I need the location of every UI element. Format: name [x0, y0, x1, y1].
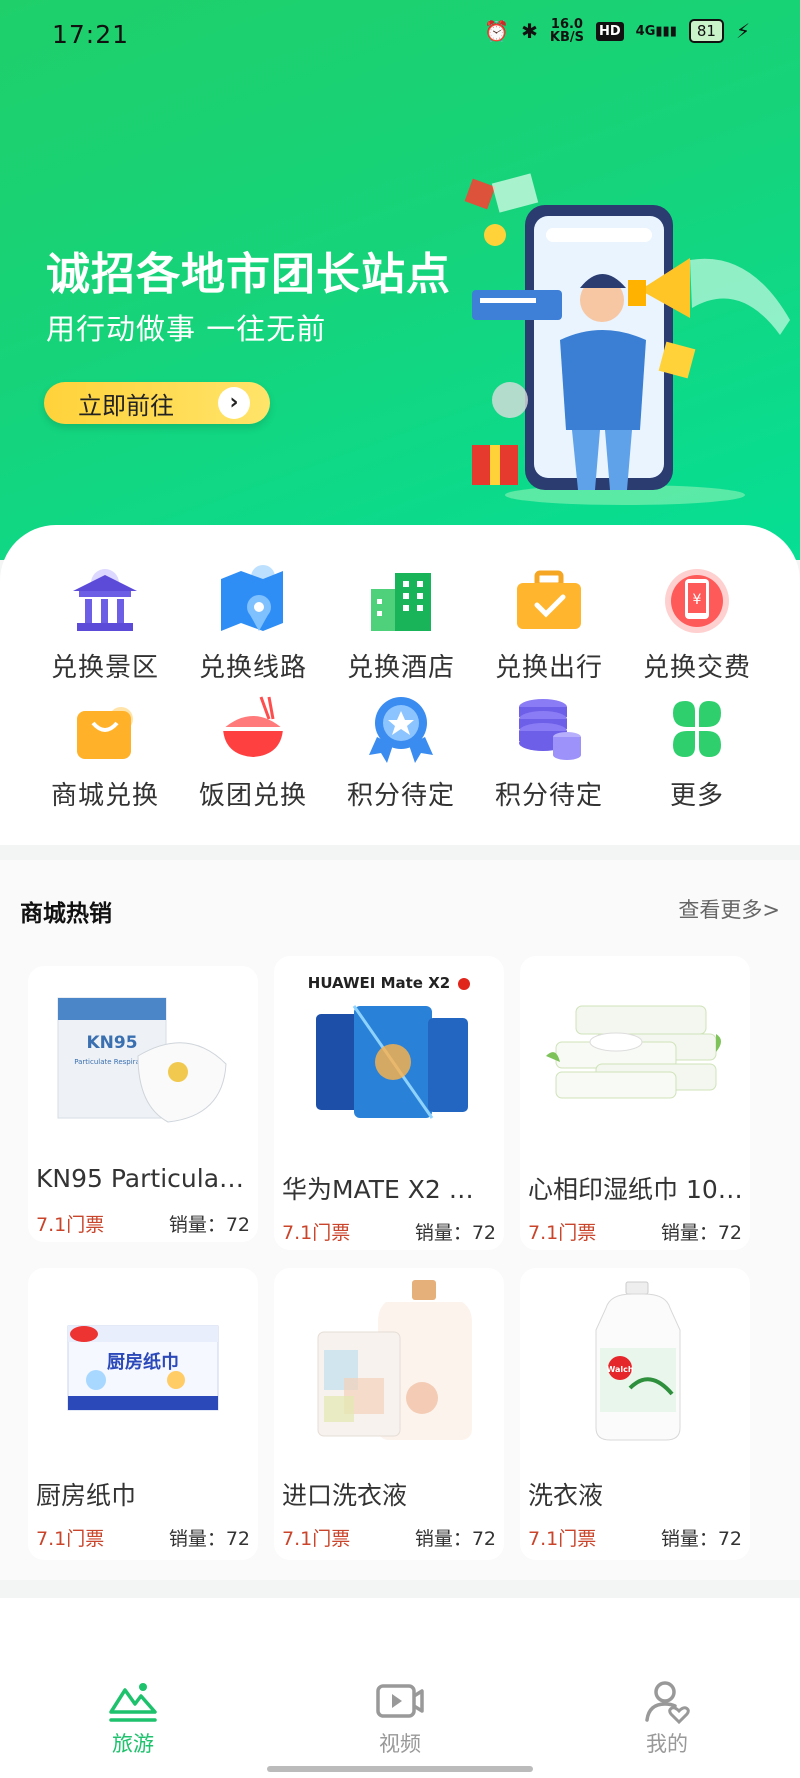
- category-item-points-2[interactable]: 积分待定: [475, 689, 623, 812]
- hotel-building-icon: [371, 573, 431, 631]
- category-label: 商城兑换: [50, 781, 159, 811]
- go-now-button[interactable]: 立即前往 ›: [44, 382, 270, 424]
- banner-headline: 诚招各地市团长站点: [46, 249, 451, 300]
- product-price: 7.1门票: [36, 1528, 105, 1550]
- product-price: 7.1门票: [528, 1222, 597, 1244]
- product-sales: 销量：72: [660, 1528, 742, 1550]
- bluetooth-icon: ✱: [521, 19, 538, 43]
- section-title: 商城热销: [20, 901, 112, 927]
- category-label: 兑换线路: [198, 653, 307, 683]
- temple-icon: [73, 569, 137, 631]
- hd-badge: HD: [596, 21, 624, 41]
- chevron-right-icon: ›: [218, 387, 250, 419]
- alarm-icon: ⏰: [484, 19, 510, 43]
- product-sales: 销量：72: [168, 1214, 250, 1236]
- briefcase-icon: [517, 570, 581, 629]
- product-card[interactable]: HUAWEI Mate X2 华为MATE X2 折叠屏手机 7.1门票 销量：…: [274, 956, 504, 1250]
- signal-icon: 4G▮▮▮: [635, 23, 677, 39]
- user-heart-icon: [645, 1681, 690, 1724]
- network-type: 4G: [635, 23, 656, 39]
- promoter-illustration: [464, 173, 790, 505]
- view-more-link[interactable]: 查看更多>: [678, 894, 780, 924]
- status-bar: 17:21 ⏰ ✱ 16.0 KB/S HD 4G▮▮▮ 81 ⚡: [0, 0, 800, 70]
- product-price: 7.1门票: [282, 1222, 351, 1244]
- category-label: 积分待定: [494, 781, 603, 811]
- tissue-brand-label: 厨房纸巾: [107, 1351, 179, 1373]
- category-label: 兑换交费: [642, 653, 751, 683]
- phone-yuan-icon: ¥: [665, 569, 729, 633]
- network-speed: 16.0 KB/S: [550, 18, 584, 44]
- category-item-points-1[interactable]: 积分待定: [327, 689, 475, 812]
- clover-more-icon: [673, 701, 721, 757]
- product-price: 7.1门票: [36, 1214, 105, 1236]
- product-image: HUAWEI Mate X2: [274, 956, 504, 1146]
- category-item-mall[interactable]: 商城兑换: [31, 689, 179, 812]
- category-item-rice[interactable]: 饭团兑换: [179, 689, 327, 812]
- product-sales: 销量：72: [414, 1528, 496, 1550]
- kn95-label: KN95: [86, 1033, 137, 1053]
- category-item-more[interactable]: 更多: [623, 689, 771, 812]
- coin-stack-icon: [519, 699, 581, 760]
- product-image: Walch: [520, 1268, 750, 1458]
- shopping-bag-icon: [77, 707, 133, 759]
- product-card[interactable]: 心相印湿纸巾 10包装 7.1门票 销量：72: [520, 956, 750, 1250]
- hot-products-section: 商城热销 查看更多> KN95 Particulate Respirator K…: [0, 860, 800, 1580]
- go-now-label: 立即前往: [78, 391, 174, 420]
- product-name: 心相印湿纸巾 10包装: [528, 1175, 744, 1204]
- hero-banner[interactable]: 17:21 ⏰ ✱ 16.0 KB/S HD 4G▮▮▮ 81 ⚡ 诚招各地市团…: [0, 0, 800, 560]
- category-item-route[interactable]: 兑换线路: [179, 561, 327, 684]
- category-item-hotel[interactable]: 兑换酒店: [327, 561, 475, 684]
- product-card[interactable]: 进口洗衣液 7.1门票 销量：72: [274, 1268, 504, 1560]
- huawei-label: HUAWEI Mate X2: [308, 974, 450, 992]
- product-name: KN95 Particulate Respirator: [36, 1164, 252, 1193]
- map-pin-icon: [221, 565, 283, 631]
- battery-icon: 81: [688, 19, 724, 43]
- category-item-travel[interactable]: 兑换出行: [475, 561, 623, 684]
- category-label: 兑换景区: [50, 653, 159, 683]
- tab-label: 我的: [646, 1732, 688, 1756]
- svg-text:¥: ¥: [693, 592, 702, 608]
- category-label: 兑换出行: [494, 653, 603, 683]
- category-label: 饭团兑换: [198, 781, 307, 811]
- product-name: 厨房纸巾: [36, 1481, 137, 1510]
- home-indicator[interactable]: [267, 1766, 533, 1772]
- product-name: 华为MATE X2 折叠屏手机: [282, 1175, 498, 1204]
- bottom-tab-bar: 旅游 视频 我的: [0, 1598, 800, 1778]
- video-play-icon: [376, 1684, 424, 1718]
- product-image: KN95 Particulate Respirator: [28, 966, 258, 1156]
- charging-icon: ⚡: [735, 19, 750, 43]
- product-image: 厨房纸巾: [28, 1268, 258, 1458]
- rice-bowl-icon: [221, 696, 285, 757]
- tab-video[interactable]: 视频: [340, 1678, 460, 1758]
- category-label: 积分待定: [346, 781, 455, 811]
- tab-label: 旅游: [112, 1732, 154, 1756]
- category-item-scenic[interactable]: 兑换景区: [31, 561, 179, 684]
- product-price: 7.1门票: [282, 1528, 351, 1550]
- tab-mine[interactable]: 我的: [607, 1678, 727, 1758]
- product-image: [274, 1268, 504, 1458]
- product-image: [520, 956, 750, 1146]
- product-sales: 销量：72: [414, 1222, 496, 1244]
- tab-label: 视频: [379, 1732, 421, 1756]
- product-name: 进口洗衣液: [282, 1481, 408, 1510]
- speed-unit: KB/S: [549, 30, 584, 45]
- product-name: 洗衣液: [528, 1481, 604, 1510]
- category-label: 更多: [669, 781, 724, 811]
- medal-star-icon: [369, 697, 433, 763]
- tab-travel[interactable]: 旅游: [73, 1678, 193, 1758]
- product-card[interactable]: 厨房纸巾 厨房纸巾 7.1门票 销量：72: [28, 1268, 258, 1560]
- product-price: 7.1门票: [528, 1528, 597, 1550]
- category-grid: 兑换景区 兑换线路 兑换酒店 兑换出行 ¥ 兑换交费 商城兑换 饭团兑换 积分待…: [0, 525, 800, 845]
- product-card[interactable]: Walch 洗衣液 7.1门票 销量：72: [520, 1268, 750, 1560]
- walch-label: Walch: [606, 1365, 633, 1374]
- category-item-payment[interactable]: ¥ 兑换交费: [623, 561, 771, 684]
- product-sales: 销量：72: [168, 1528, 250, 1550]
- status-time: 17:21: [52, 20, 130, 49]
- mountain-travel-icon: [109, 1683, 157, 1722]
- product-card[interactable]: KN95 Particulate Respirator KN95 Particu…: [28, 966, 258, 1242]
- banner-subline: 用行动做事 一往无前: [46, 312, 327, 346]
- category-label: 兑换酒店: [346, 653, 455, 683]
- status-icons: ⏰ ✱ 16.0 KB/S HD 4G▮▮▮ 81 ⚡: [484, 18, 750, 44]
- product-sales: 销量：72: [660, 1222, 742, 1244]
